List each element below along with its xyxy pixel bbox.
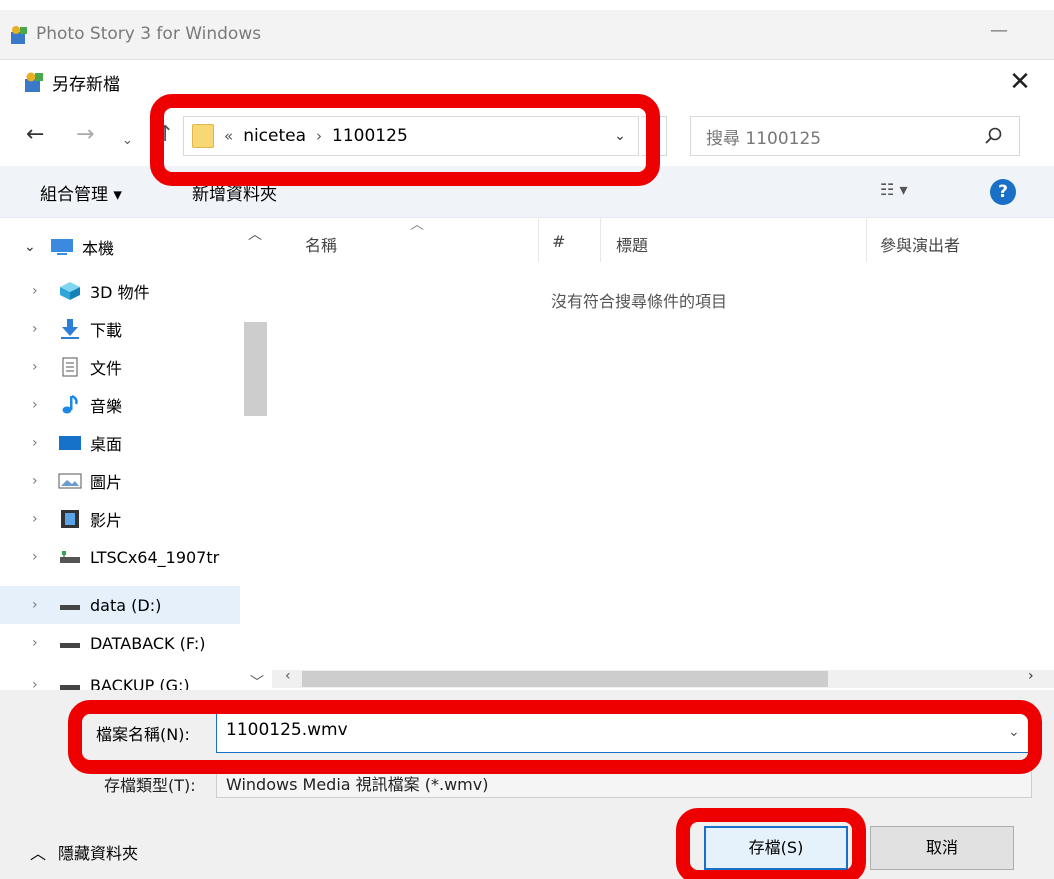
tree-label: 下載 — [90, 321, 123, 340]
dialog-title: 另存新檔 — [52, 75, 120, 95]
horizontal-scrollbar-thumb[interactable] — [302, 671, 828, 687]
expand-chevron-icon[interactable]: › — [32, 283, 52, 299]
file-list[interactable] — [272, 218, 1054, 670]
pictures-icon — [58, 471, 82, 491]
scroll-right-arrow-icon[interactable]: › — [1028, 668, 1034, 684]
expand-chevron-icon[interactable]: › — [32, 511, 52, 527]
tree-item-documents[interactable]: › 文件 — [0, 348, 240, 386]
empty-results-message: 沒有符合搜尋條件的項目 — [551, 292, 728, 311]
desktop-icon — [58, 433, 82, 453]
top-strip — [0, 0, 1054, 10]
view-dropdown-chevron-icon: ▾ — [899, 180, 908, 199]
expand-chevron-icon[interactable]: › — [32, 549, 52, 565]
tree-label: LTSCx64_1907tr — [90, 547, 220, 567]
drive-icon — [58, 675, 82, 690]
pc-icon — [50, 237, 74, 257]
highlight-save-button — [676, 808, 866, 879]
music-icon — [58, 394, 82, 415]
tree-item-music[interactable]: › 音樂 — [0, 386, 240, 424]
expand-chevron-icon[interactable]: › — [32, 597, 52, 613]
3d-objects-icon — [58, 281, 82, 301]
tree-item-pictures[interactable]: › 圖片 — [0, 462, 240, 500]
tree-label: 文件 — [90, 359, 123, 378]
filetype-value[interactable]: Windows Media 視訊檔案 (*.wmv) — [226, 771, 488, 795]
scroll-up-arrow-icon[interactable]: ︿ — [248, 224, 262, 244]
tree-item-3d-objects[interactable]: › 3D 物件 — [0, 272, 240, 310]
tree-label: 音樂 — [90, 397, 123, 416]
details-view-icon: ☷ — [880, 180, 900, 199]
column-header-title[interactable]: 標題 — [616, 232, 648, 256]
highlight-filename-field — [68, 700, 1042, 774]
search-icon[interactable] — [982, 124, 1006, 148]
tree-label: 圖片 — [90, 473, 123, 492]
navigation-pane: ⌄ 本機 › 3D 物件 › 下載 › 文件 › 音樂 › 桌面 › 圖片 › … — [0, 218, 270, 690]
tree-label: 影片 — [90, 511, 123, 530]
search-placeholder: 搜尋 1100125 — [706, 129, 822, 149]
tree-item-data-d[interactable]: › data (D:) — [0, 586, 240, 624]
tree-label: DATABACK (F:) — [90, 633, 206, 653]
tree-item-downloads[interactable]: › 下載 — [0, 310, 240, 348]
column-header-contributing-artists[interactable]: 參與演出者 — [880, 232, 960, 256]
app-title: Photo Story 3 for Windows — [36, 24, 262, 44]
network-drive-icon — [58, 547, 82, 567]
tree-label: 本機 — [82, 239, 115, 258]
expand-chevron-icon[interactable]: › — [32, 397, 52, 413]
scroll-down-arrow-icon[interactable]: ﹀ — [250, 672, 264, 692]
back-arrow-icon[interactable]: ← — [26, 122, 44, 148]
chevron-up-icon: ︿ — [30, 844, 47, 863]
recent-locations-chevron-icon[interactable]: ⌄ — [122, 128, 133, 154]
tree-label: BACKUP (G:) — [90, 675, 190, 691]
sort-ascending-icon: ︿ — [410, 217, 424, 233]
tree-item-videos[interactable]: › 影片 — [0, 500, 240, 538]
expand-chevron-icon[interactable]: › — [32, 359, 52, 375]
tree-item-databack-f[interactable]: › DATABACK (F:) — [0, 624, 240, 662]
tree-item-network-share[interactable]: › LTSCx64_1907tr — [0, 538, 240, 576]
hide-folders-label: 隱藏資料夾 — [58, 844, 139, 863]
download-icon — [58, 319, 82, 339]
expand-chevron-icon[interactable]: › — [32, 473, 52, 489]
tree-item-this-pc[interactable]: ⌄ 本機 — [0, 228, 240, 266]
expand-chevron-icon[interactable]: ⌄ — [24, 239, 44, 255]
expand-chevron-icon[interactable]: › — [32, 321, 52, 337]
minimize-button[interactable]: — — [985, 20, 1013, 48]
column-divider[interactable] — [866, 218, 867, 262]
videos-icon — [58, 509, 82, 529]
close-button[interactable]: ✕ — [1002, 64, 1038, 100]
documents-icon — [58, 357, 82, 377]
column-divider[interactable] — [600, 218, 601, 262]
expand-chevron-icon[interactable]: › — [32, 677, 52, 690]
organize-button[interactable]: 組合管理 ▾ — [40, 180, 122, 205]
expand-chevron-icon[interactable]: › — [32, 635, 52, 651]
column-divider[interactable] — [538, 218, 539, 262]
tree-item-backup-g[interactable]: › BACKUP (G:) — [0, 666, 240, 690]
photo-story-app-icon — [11, 26, 27, 44]
scroll-left-arrow-icon[interactable]: ‹ — [285, 668, 291, 684]
save-as-dialog-icon — [25, 72, 43, 92]
forward-arrow-icon[interactable]: → — [76, 122, 94, 148]
filetype-label: 存檔類型(T): — [104, 776, 196, 795]
expand-chevron-icon[interactable]: › — [32, 435, 52, 451]
cancel-button[interactable]: 取消 — [870, 826, 1014, 870]
tree-label: 桌面 — [90, 435, 123, 454]
drive-icon — [58, 633, 82, 653]
view-options-button[interactable]: ☷ ▾ — [880, 180, 907, 199]
nav-scrollbar-thumb[interactable] — [244, 322, 267, 416]
highlight-address-bar — [150, 94, 660, 186]
drive-icon — [58, 595, 82, 615]
column-header-number[interactable]: # — [552, 232, 565, 251]
tree-label: data (D:) — [90, 595, 162, 615]
nav-scrollbar[interactable] — [242, 222, 268, 690]
help-icon[interactable]: ? — [990, 179, 1016, 205]
tree-item-desktop[interactable]: › 桌面 — [0, 424, 240, 462]
tree-label: 3D 物件 — [90, 283, 150, 302]
column-header-name[interactable]: 名稱 — [305, 232, 337, 256]
hide-folders-toggle[interactable]: ︿ 隱藏資料夾 — [30, 840, 138, 864]
